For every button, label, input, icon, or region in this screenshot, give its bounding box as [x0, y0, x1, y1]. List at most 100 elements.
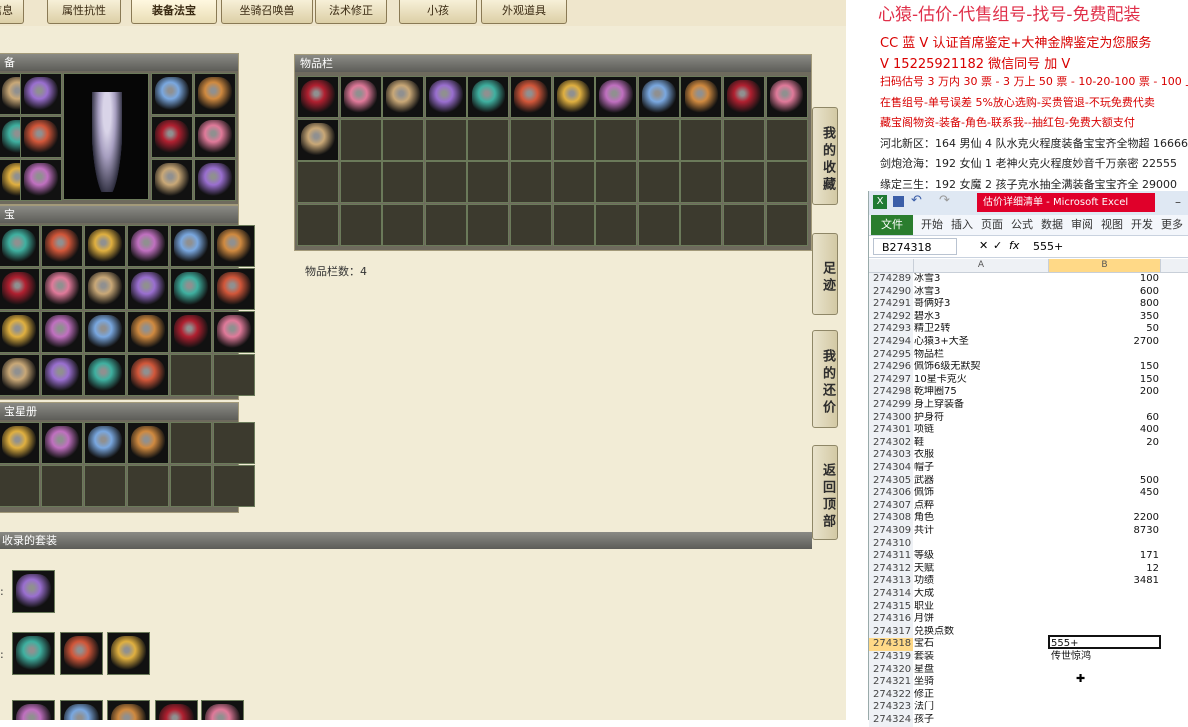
side-tab-0[interactable]: 我的收藏 [812, 107, 838, 205]
ribbon-tab-6[interactable]: 审阅 [1071, 215, 1093, 235]
side-tab-2[interactable]: 我的还价 [812, 330, 838, 428]
item-slot[interactable] [637, 76, 680, 118]
name-box[interactable]: B274318 [873, 238, 957, 255]
ribbon-tab-7[interactable]: 视图 [1101, 215, 1123, 235]
cell-a[interactable]: 天赋 [914, 563, 1049, 576]
cell-b[interactable]: 400 [1049, 424, 1161, 437]
item-slot[interactable] [213, 311, 255, 353]
item-slot[interactable] [424, 161, 467, 203]
item-slot[interactable] [41, 225, 83, 267]
item-slot[interactable] [20, 73, 62, 115]
item-slot[interactable] [765, 161, 808, 203]
row-number[interactable]: 274298 [869, 386, 913, 399]
save-icon[interactable] [893, 196, 904, 207]
cell-b[interactable]: 200 [1049, 386, 1161, 399]
confirm-icon[interactable]: ✓ [993, 239, 1002, 252]
item-slot[interactable] [41, 311, 83, 353]
row-number[interactable]: 274292 [869, 310, 913, 324]
item-slot[interactable] [382, 203, 425, 246]
row-number[interactable]: 274304 [869, 462, 913, 475]
cell-b[interactable]: 60 [1049, 412, 1161, 425]
row-number[interactable]: 274302 [869, 436, 913, 450]
cell-b[interactable]: 150 [1049, 374, 1161, 387]
item-slot[interactable] [595, 76, 638, 118]
cell-a[interactable]: 兑换点数 [914, 626, 1049, 639]
cell-a[interactable]: 武器 [914, 475, 1049, 488]
item-slot[interactable] [84, 225, 126, 267]
item-slot[interactable] [723, 118, 765, 161]
item-slot[interactable] [339, 203, 382, 246]
item-slot[interactable] [41, 268, 83, 310]
cell-a[interactable]: 职业 [914, 601, 1049, 614]
item-slot[interactable] [194, 116, 236, 158]
item-slot[interactable] [41, 465, 83, 507]
item-slot[interactable] [12, 632, 55, 675]
cell-a[interactable]: 佩饰 [914, 487, 1049, 500]
row-number[interactable]: 274317 [869, 625, 913, 639]
tab-5[interactable]: 小孩 [399, 0, 477, 24]
cell-a[interactable]: 孩子 [914, 714, 1049, 727]
item-slot[interactable] [0, 354, 40, 396]
item-slot[interactable] [107, 700, 150, 720]
item-slot[interactable] [127, 465, 169, 507]
item-slot[interactable] [127, 225, 169, 267]
item-slot[interactable] [552, 118, 595, 161]
item-slot[interactable] [552, 203, 595, 246]
row-number[interactable]: 274289 [869, 273, 913, 286]
item-slot[interactable] [297, 118, 339, 161]
item-slot[interactable] [339, 76, 382, 118]
cell-a[interactable]: 冰雪3 [914, 286, 1049, 299]
item-slot[interactable] [194, 159, 236, 201]
cell-b[interactable]: 800 [1049, 298, 1161, 311]
item-slot[interactable] [0, 225, 40, 267]
cell-a[interactable]: 等级 [914, 550, 1049, 563]
item-slot[interactable] [680, 76, 723, 118]
item-slot[interactable] [213, 268, 255, 310]
cell-b[interactable]: 150 [1049, 361, 1161, 374]
redo-icon[interactable]: ↷ [939, 193, 950, 208]
item-slot[interactable] [194, 73, 236, 115]
item-slot[interactable] [510, 161, 552, 203]
item-slot[interactable] [680, 161, 723, 203]
item-slot[interactable] [595, 161, 638, 203]
item-slot[interactable] [41, 354, 83, 396]
ribbon-tab-file[interactable]: 文件 [871, 215, 913, 235]
item-slot[interactable] [170, 311, 212, 353]
row-number[interactable]: 274291 [869, 298, 913, 311]
item-slot[interactable] [637, 161, 680, 203]
corner-cell[interactable] [869, 259, 914, 272]
item-slot[interactable] [680, 203, 723, 246]
cell-a[interactable]: 护身符 [914, 412, 1049, 425]
cell-b[interactable]: 传世惊鸿 [1049, 651, 1161, 664]
row-number[interactable]: 274296 [869, 361, 913, 374]
cell-b[interactable]: 50 [1049, 323, 1161, 336]
cell-a[interactable]: 月饼 [914, 613, 1049, 626]
item-slot[interactable] [60, 700, 103, 720]
row-number[interactable]: 274307 [869, 499, 913, 513]
row-number[interactable]: 274310 [869, 537, 913, 551]
cell-a[interactable]: 大成 [914, 588, 1049, 601]
item-slot[interactable] [723, 161, 765, 203]
item-slot[interactable] [339, 118, 382, 161]
item-slot[interactable] [467, 161, 510, 203]
row-number[interactable]: 274321 [869, 676, 913, 689]
tab-3[interactable]: 坐骑召唤兽 [221, 0, 313, 24]
cell-b[interactable]: 100 [1049, 273, 1161, 286]
item-slot[interactable] [170, 422, 212, 464]
item-slot[interactable] [0, 311, 40, 353]
row-number[interactable]: 274313 [869, 575, 913, 588]
cell-a[interactable]: 哥俩好3 [914, 298, 1049, 311]
cell-b[interactable]: 600 [1049, 286, 1161, 299]
item-slot[interactable] [467, 118, 510, 161]
undo-icon[interactable]: ↶ [911, 193, 922, 208]
cell-b[interactable]: 171 [1049, 550, 1161, 563]
item-slot[interactable] [213, 354, 255, 396]
cell-a[interactable]: 点粹 [914, 500, 1049, 513]
cell-b[interactable]: 2700 [1049, 336, 1161, 349]
cell-b[interactable]: 20 [1049, 437, 1161, 450]
row-number[interactable]: 274315 [869, 600, 913, 614]
item-slot[interactable] [151, 159, 193, 201]
row-number[interactable]: 274312 [869, 562, 913, 576]
item-slot[interactable] [424, 76, 467, 118]
row-number[interactable]: 274294 [869, 336, 913, 349]
